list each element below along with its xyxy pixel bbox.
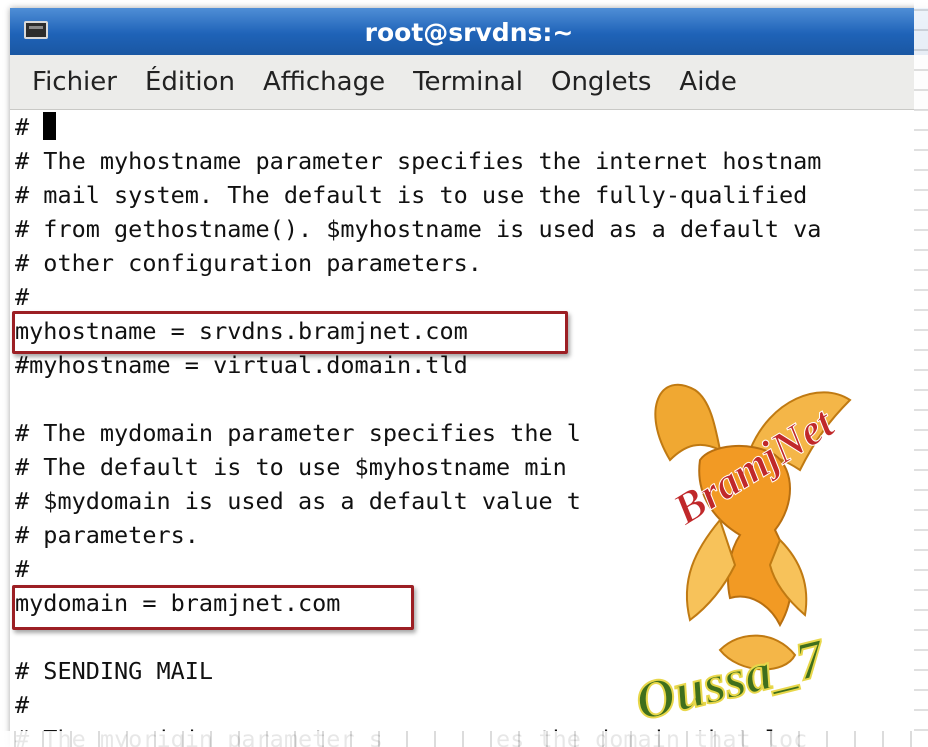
torn-edge-bottom	[0, 731, 928, 747]
menu-fichier[interactable]: Fichier	[32, 67, 117, 97]
bramjnet-watermark-logo: BramjNet Oussa_7	[629, 383, 852, 730]
terminal-line: # mail system. The default is to use the…	[15, 181, 808, 209]
terminal-line: #	[15, 283, 30, 311]
title-bar[interactable]: root@srvdns:~	[10, 8, 928, 55]
terminal-line: # The myhostname parameter specifies the…	[15, 147, 822, 175]
menu-aide[interactable]: Aide	[679, 67, 737, 97]
menu-terminal[interactable]: Terminal	[413, 67, 523, 97]
torn-edge-right	[914, 0, 928, 747]
terminal-line: # from gethostname(). $myhostname is use…	[15, 215, 822, 243]
window-title: root@srvdns:~	[364, 18, 574, 47]
menu-bar: Fichier Édition Affichage Terminal Ongle…	[10, 55, 928, 110]
terminal-line: #	[15, 110, 928, 144]
terminal-line: # other configuration parameters.	[15, 249, 482, 277]
menu-onglets[interactable]: Onglets	[551, 67, 651, 97]
menu-edition[interactable]: Édition	[145, 67, 235, 97]
text-cursor	[43, 112, 57, 140]
menu-affichage[interactable]: Affichage	[263, 67, 385, 97]
